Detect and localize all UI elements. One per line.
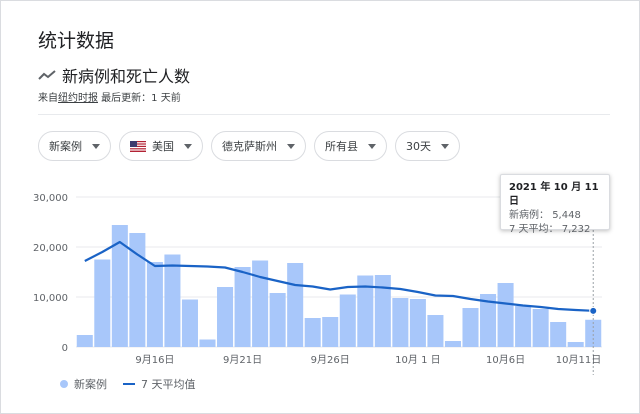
tooltip-average-value: 7,232 [561, 224, 591, 235]
tooltip-average-label: 7 天平均： [509, 224, 559, 235]
x-tick-label: 10月 1 日 [395, 354, 440, 366]
case-bar [515, 306, 532, 347]
case-bar [234, 267, 251, 347]
y-tick-label: 0 [62, 343, 68, 354]
case-bar [392, 298, 409, 347]
caret-down-icon [92, 143, 100, 149]
filter-chip-label: 德克萨斯州 [222, 140, 277, 153]
tooltip-date: 2021 年 10 月 11 日 [509, 182, 599, 207]
legend-bar-swatch [60, 380, 68, 388]
case-bar [146, 262, 163, 347]
x-tick-label: 10月11日 [556, 354, 601, 366]
chart-subtitle: 新病例和死亡人数 [62, 67, 191, 86]
filter-chip-label: 30天 [406, 140, 431, 153]
caret-down-icon [184, 143, 192, 149]
divider [38, 114, 610, 115]
source-link[interactable]: 纽约时报 [58, 93, 98, 104]
filter-chip-metric[interactable]: 新案例 [38, 131, 111, 161]
case-bar [287, 263, 304, 347]
filter-chip-county[interactable]: 所有县 [314, 131, 387, 161]
case-bar [567, 342, 584, 347]
filter-chip-label: 美国 [152, 140, 174, 153]
subtitle-row: 新病例和死亡人数 [38, 63, 190, 87]
caret-down-icon [287, 143, 295, 149]
x-tick-label: 9月26日 [311, 354, 350, 366]
case-bar [199, 339, 216, 347]
tooltip-cases-value: 5,448 [552, 210, 581, 221]
tooltip-cases: 新病例： 5,448 [509, 209, 601, 223]
case-bar [269, 293, 286, 347]
filter-chip-state[interactable]: 德克萨斯州 [211, 131, 306, 161]
case-bar [322, 317, 339, 347]
case-bar [497, 283, 514, 347]
case-bar [374, 275, 391, 347]
y-tick-label: 20,000 [33, 243, 68, 254]
case-bar [217, 287, 234, 347]
case-bar [164, 254, 181, 347]
caret-down-icon [368, 143, 376, 149]
case-bar [252, 260, 269, 347]
source-prefix: 来自 [38, 93, 58, 104]
case-bar [76, 335, 93, 347]
case-bar [462, 308, 479, 347]
case-bar [94, 259, 111, 347]
x-tick-label: 9月21日 [223, 354, 262, 366]
filter-chip-range[interactable]: 30天 [395, 131, 460, 161]
case-bar [181, 299, 198, 347]
case-bar [427, 315, 444, 347]
legend-line-swatch [123, 383, 135, 385]
hover-marker [589, 306, 598, 315]
trending-icon [38, 70, 56, 80]
legend-item-bars: 新案例 [60, 376, 107, 392]
y-tick-label: 30,000 [33, 193, 68, 204]
tooltip-average: 7 天平均： 7,232 [509, 223, 601, 237]
filter-chip-label: 新案例 [49, 140, 82, 153]
caret-down-icon [441, 143, 449, 149]
source-line: 来自纽约时报 最后更新：1 天前 [38, 89, 181, 104]
case-bar [339, 294, 356, 347]
filter-chip-label: 所有县 [325, 140, 358, 153]
case-bar [409, 299, 426, 347]
case-bar [444, 341, 461, 347]
case-bar [304, 318, 321, 347]
y-tick-label: 10,000 [33, 293, 68, 304]
chart-legend: 新案例 7 天平均值 [60, 376, 196, 392]
tooltip-cases-label: 新病例： [509, 210, 549, 221]
page-title: 统计数据 [38, 30, 115, 52]
chart-tooltip: 2021 年 10 月 11 日 新病例： 5,448 7 天平均： 7,232 [500, 174, 610, 235]
x-tick-label: 9月16日 [135, 354, 174, 366]
case-bar [550, 322, 567, 347]
legend-bar-label: 新案例 [74, 378, 107, 391]
legend-item-line: 7 天平均值 [123, 376, 196, 392]
filter-chip-country[interactable]: 美国 [119, 131, 203, 161]
legend-line-label: 7 天平均值 [141, 378, 196, 391]
case-bar [532, 309, 549, 347]
updated-text: 最后更新：1 天前 [98, 93, 181, 104]
x-tick-label: 10月6日 [486, 354, 525, 366]
filter-chips: 新案例 美国 德克萨斯州 所有县 30天 [38, 131, 460, 161]
us-flag-icon [130, 140, 146, 152]
